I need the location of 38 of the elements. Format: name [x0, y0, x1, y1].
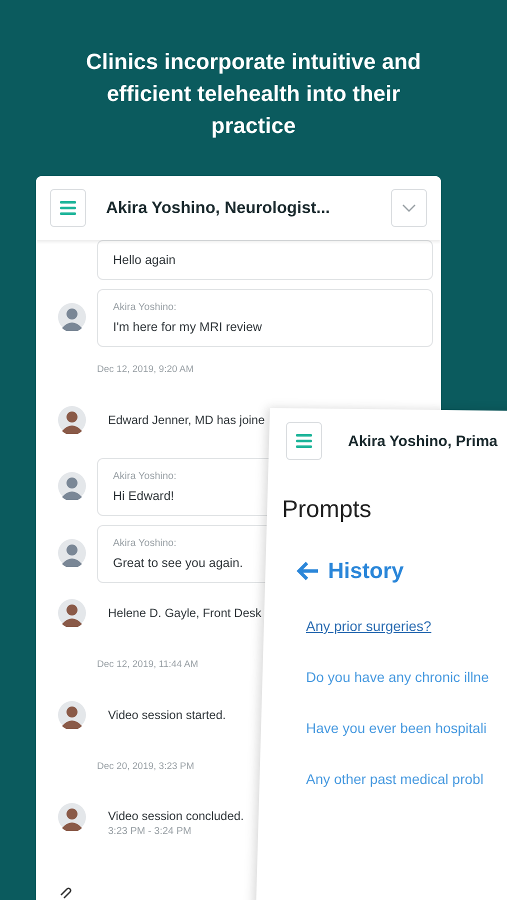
- headline: Clinics incorporate intuitive and efficient telehealth into their practice: [85, 48, 422, 140]
- timestamp: Dec 20, 2019, 3:23 PM: [97, 761, 194, 772]
- prompt-link[interactable]: Any prior surgeries?: [306, 618, 432, 634]
- avatar: [58, 303, 86, 331]
- prompt-link[interactable]: Any other past medical probl: [306, 771, 484, 787]
- sender-name: Akira Yoshino:: [113, 538, 176, 549]
- chat-title: Akira Yoshino, Neurologist...: [106, 198, 332, 218]
- event-text: Edward Jenner, MD has joine: [108, 413, 265, 427]
- menu-button[interactable]: [50, 189, 86, 227]
- prompt-link[interactable]: Have you ever been hospitali: [306, 720, 487, 736]
- sender-name: Akira Yoshino:: [113, 302, 176, 313]
- avatar: [58, 701, 86, 729]
- event-text: Video session concluded.: [108, 809, 244, 823]
- message-text: Hello again: [113, 253, 176, 267]
- message-text: Hi Edward!: [113, 489, 174, 503]
- back-arrow-icon[interactable]: [296, 561, 320, 581]
- prompts-heading: Prompts: [282, 496, 372, 524]
- avatar: [58, 803, 86, 831]
- message-text: Great to see you again.: [113, 556, 243, 570]
- chevron-icon: [402, 204, 416, 212]
- dropdown-button[interactable]: [391, 189, 427, 227]
- event-time: 3:23 PM - 3:24 PM: [108, 826, 192, 837]
- avatar: [58, 406, 86, 434]
- menu-icon: [60, 201, 76, 215]
- menu-icon: [296, 434, 312, 448]
- timestamp: Dec 12, 2019, 11:44 AM: [97, 659, 198, 670]
- event-text: Helene D. Gayle, Front Desk: [108, 606, 262, 620]
- sender-name: Akira Yoshino:: [113, 471, 176, 482]
- prompts-title: Akira Yoshino, Prima: [348, 432, 498, 450]
- message-text: I'm here for my MRI review: [113, 320, 262, 334]
- timestamp: Dec 12, 2019, 9:20 AM: [97, 364, 194, 375]
- avatar: [58, 599, 86, 627]
- menu-button[interactable]: [286, 422, 322, 460]
- avatar: [58, 539, 86, 567]
- event-text: Video session started.: [108, 708, 226, 722]
- section-title: History: [328, 558, 404, 584]
- prompt-link[interactable]: Do you have any chronic illne: [306, 669, 489, 685]
- avatar: [58, 472, 86, 500]
